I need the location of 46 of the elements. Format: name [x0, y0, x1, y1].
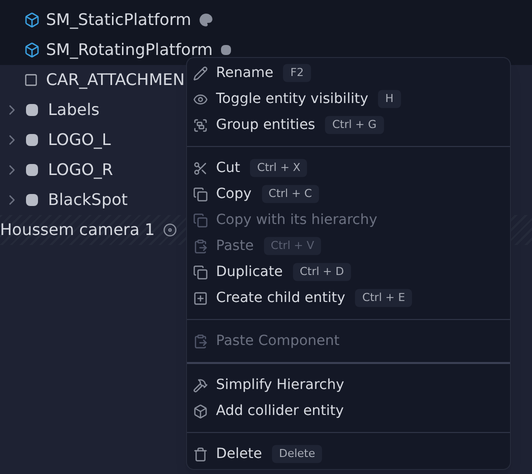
menu-item[interactable]: Duplicate Ctrl + D: [187, 259, 510, 285]
cube-icon: [24, 42, 40, 58]
copy-icon: [193, 212, 208, 228]
shortcut-badge: Ctrl + D: [292, 262, 351, 282]
menu-item[interactable]: Add collider entity: [187, 398, 510, 424]
clipboard-icon: [193, 334, 208, 348]
shortcut-badge: Ctrl + E: [355, 288, 412, 308]
tree-row[interactable]: SM_StaticPlatform: [0, 5, 532, 35]
entity-name: SM_StaticPlatform: [46, 9, 192, 31]
clipboard-icon: [193, 238, 208, 254]
trash-icon: [193, 446, 208, 462]
scissors-icon: [193, 160, 208, 176]
entity-name: CAR_ATTACHMEN: [46, 69, 185, 91]
entity-name: BlackSpot: [48, 189, 128, 211]
shortcut-badge: Ctrl + V: [264, 236, 322, 256]
copy-icon: [193, 264, 208, 280]
shortcut-badge: Ctrl + C: [262, 184, 319, 204]
menu-item[interactable]: Toggle entity visibility H: [187, 86, 510, 112]
menu-item[interactable]: Delete Delete: [187, 441, 510, 467]
menu-item[interactable]: Group entities Ctrl + G: [187, 112, 510, 138]
menu-item[interactable]: Simplify Hierarchy: [187, 372, 510, 398]
shortcut-badge: Delete: [272, 444, 322, 464]
entity-name: LOGO_R: [48, 159, 114, 181]
shortcut-badge: H: [378, 90, 401, 108]
menu-item[interactable]: Cut Ctrl + X: [187, 155, 510, 181]
copy-icon: [193, 186, 208, 202]
pencil-icon: [193, 66, 208, 80]
block-icon: [220, 45, 231, 55]
eye-icon: [193, 92, 208, 106]
entity-name: Labels: [48, 99, 100, 121]
cube-icon: [24, 12, 40, 28]
disc-icon: [162, 223, 177, 237]
shortcut-badge: Ctrl + G: [325, 116, 384, 134]
shortcut-badge: F2: [283, 64, 311, 82]
palette-icon: [199, 13, 214, 27]
menu-item[interactable]: Copy Ctrl + C: [187, 181, 510, 207]
group-icon: [193, 118, 208, 132]
plus-square-icon: [193, 290, 208, 306]
shortcut-badge: Ctrl + X: [250, 158, 308, 178]
cube-icon: [193, 404, 208, 418]
entity-name: LOGO_L: [48, 129, 111, 151]
hammer-icon: [193, 378, 208, 392]
entity-name: SM_RotatingPlatform: [46, 39, 213, 61]
menu-item[interactable]: Create child entity Ctrl + E: [187, 285, 510, 311]
entity-name: Houssem camera 1: [0, 219, 155, 241]
square-icon: [24, 73, 38, 87]
